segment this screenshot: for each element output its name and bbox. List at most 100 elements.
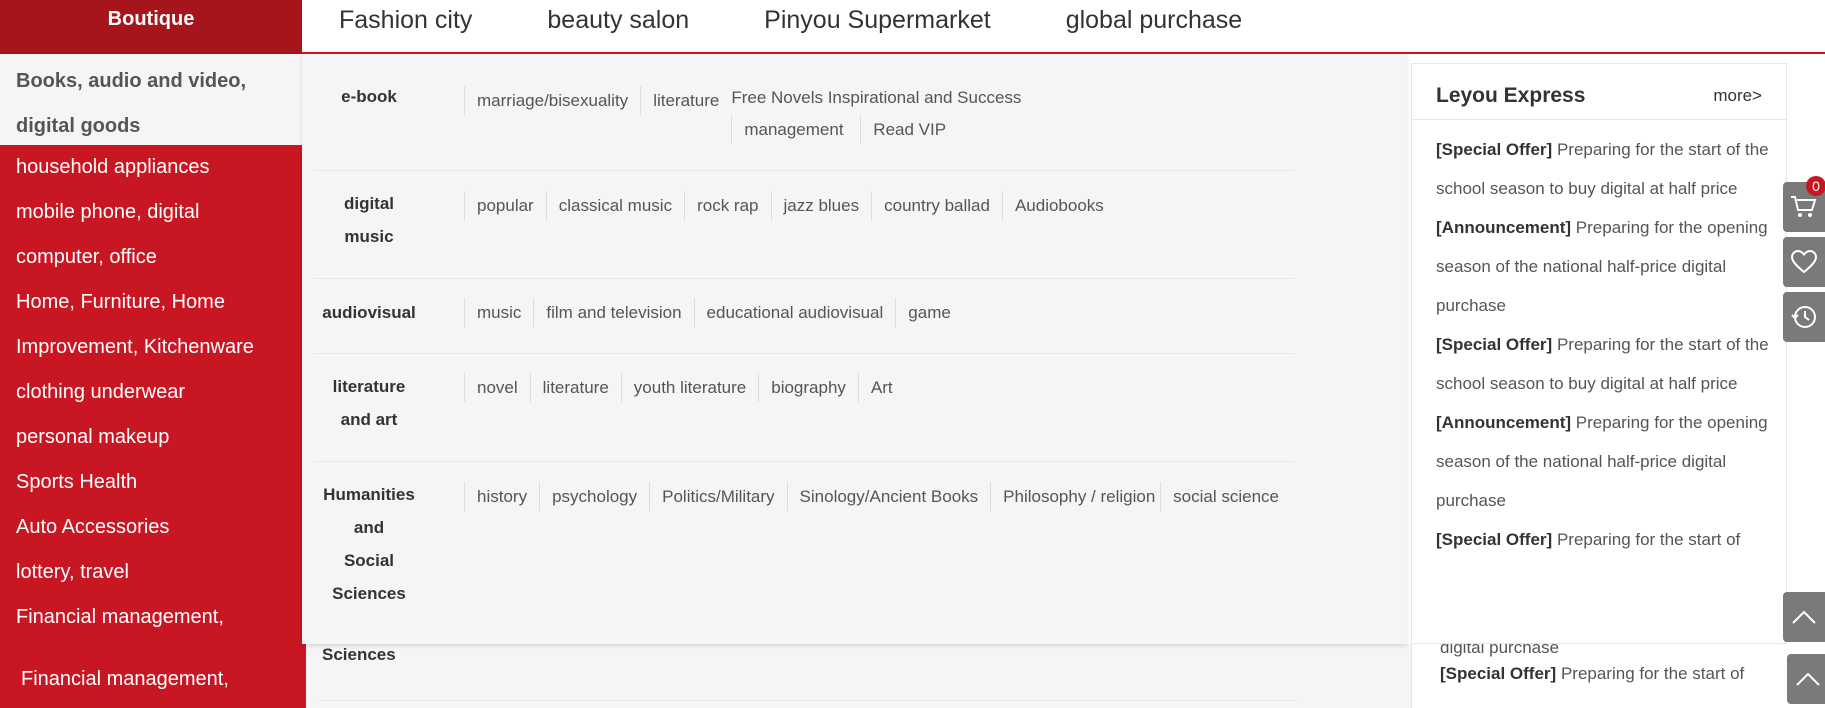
subcategory-link[interactable]: Art <box>857 373 905 402</box>
subcategory-link[interactable]: jazz blues <box>770 191 872 220</box>
news-item[interactable]: [Special Offer] Preparing for the start … <box>1436 520 1776 559</box>
news-more-link[interactable]: more> <box>1713 86 1762 106</box>
top-nav: Boutique Fashion city beauty salon Pinyo… <box>0 0 1825 54</box>
cart-icon <box>1790 194 1818 220</box>
nav-links: Fashion city beauty salon Pinyou Superma… <box>339 0 1317 40</box>
subcategory-link[interactable]: rock rap <box>684 191 770 220</box>
news-list: [Special Offer] Preparing for the start … <box>1436 130 1776 559</box>
category-item[interactable]: personal makeup <box>0 415 302 460</box>
category-item[interactable]: Home, Furniture, Home <box>0 280 302 325</box>
subcategory-link[interactable]: Philosophy / religion <box>990 482 1160 511</box>
news-item-text: Preparing for the start of <box>1556 530 1741 549</box>
row-label-line: literature <box>332 377 406 396</box>
subcategory-link[interactable]: educational audiovisual <box>693 298 896 327</box>
subcategory-link[interactable]: popular <box>464 191 546 220</box>
ghost-news-strip: digital purchase <box>1440 644 1560 657</box>
category-item[interactable]: Improvement, Kitchenware <box>0 325 302 370</box>
subcategory-link[interactable]: country ballad <box>871 191 1002 220</box>
news-item-tag: [Special Offer] <box>1436 530 1553 549</box>
nav-link-fashion-city[interactable]: Fashion city <box>339 0 472 40</box>
back-to-top-button-ghost[interactable] <box>1787 654 1825 704</box>
row-label[interactable]: audiovisual <box>314 296 424 329</box>
news-panel: Leyou Express more> [Special Offer] Prep… <box>1411 63 1787 644</box>
cart-count-badge: 0 <box>1806 176 1825 196</box>
row-label[interactable]: e-book <box>314 80 424 113</box>
subcategory-link[interactable]: music <box>464 298 533 327</box>
row-label-line: and art <box>340 410 398 429</box>
subcategory-link[interactable]: management <box>731 115 855 144</box>
subcategory-link[interactable]: novel <box>464 373 530 402</box>
news-item[interactable]: [Announcement] Preparing for the opening… <box>1436 208 1776 325</box>
nav-brand-tab[interactable]: Boutique <box>0 0 302 54</box>
category-item[interactable]: clothing underwear <box>0 370 302 415</box>
subcategory-link[interactable]: psychology <box>539 482 649 511</box>
subcategory-link[interactable]: marriage/bisexuality <box>464 86 640 115</box>
news-item[interactable]: [Announcement] Preparing for the opening… <box>1436 403 1776 520</box>
subcategory-row-digital-music: digital music popular classical music ro… <box>314 171 1294 279</box>
nav-link-pinyou-supermarket[interactable]: Pinyou Supermarket <box>764 0 991 40</box>
ghost-popup-label-text: Sciences <box>322 645 396 664</box>
ghost-sidebar-item[interactable]: Financial management, <box>21 668 229 691</box>
subcategory-link[interactable]: biography <box>758 373 858 402</box>
category-item[interactable]: lottery, travel <box>0 550 302 595</box>
stacked-links-row: management Read VIP <box>731 115 1021 144</box>
category-item[interactable]: household appliances <box>0 145 302 190</box>
history-icon <box>1790 303 1818 331</box>
ghost-news-text: Preparing for the start of <box>1560 664 1745 683</box>
cart-button[interactable]: 0 <box>1783 176 1825 232</box>
news-title: Leyou Express <box>1436 84 1586 107</box>
category-item[interactable]: computer, office <box>0 235 302 280</box>
row-label[interactable]: digital music <box>314 187 424 253</box>
back-to-top-button[interactable] <box>1783 592 1825 642</box>
news-header: Leyou Express more> <box>1412 64 1786 120</box>
category-item[interactable]: Sports Health <box>0 460 302 505</box>
row-label[interactable]: Humanities and Social Sciences <box>314 478 424 610</box>
row-label-line: Social <box>343 551 395 570</box>
ghost-news: digital purchase [Special Offer] Prepari… <box>1411 644 1781 708</box>
subcategory-link[interactable]: Audiobooks <box>1001 191 1122 220</box>
subcategory-link[interactable]: Sinology/Ancient Books <box>786 482 991 511</box>
row-items: music film and television educational au… <box>464 298 1294 327</box>
row-label[interactable]: literature and art <box>314 370 424 436</box>
row-label-line: Humanities <box>323 485 415 504</box>
subcategory-popup: e-book marriage/bisexuality literature F… <box>302 54 1407 644</box>
category-active-line2: digital goods <box>16 115 141 137</box>
page: Financial management, Sciences digital p… <box>0 0 1825 708</box>
subcategory-link[interactable]: Free Novels Inspirational and Success <box>731 83 1021 112</box>
subcategory-row-audiovisual: audiovisual music film and television ed… <box>314 279 1294 354</box>
news-item-tag: [Special Offer] <box>1436 335 1553 354</box>
subcategory-row-literature-art: literature and art novel literature yout… <box>314 354 1294 462</box>
subcategory-link[interactable]: youth literature <box>620 373 758 402</box>
subcategory-link[interactable]: social science <box>1160 482 1291 511</box>
category-item[interactable]: Auto Accessories <box>0 505 302 550</box>
subcategory-link[interactable]: Read VIP <box>860 115 958 144</box>
category-item-books-active[interactable]: Books, audio and video, digital goods <box>0 54 302 145</box>
stacked-links: Free Novels Inspirational and Success ma… <box>731 83 1021 144</box>
favorites-button[interactable] <box>1783 237 1825 287</box>
row-items: history psychology Politics/Military Sin… <box>464 482 1294 511</box>
news-item[interactable]: [Special Offer] Preparing for the start … <box>1436 325 1776 403</box>
heart-icon <box>1791 250 1817 274</box>
news-item-tag: [Special Offer] <box>1436 140 1553 159</box>
ghost-popup: Sciences <box>306 644 1411 708</box>
news-item[interactable]: [Special Offer] Preparing for the start … <box>1436 130 1776 208</box>
row-items: novel literature youth literature biogra… <box>464 373 1294 402</box>
subcategory-row-ebook: e-book marriage/bisexuality literature F… <box>314 84 1294 171</box>
nav-link-beauty-salon[interactable]: beauty salon <box>547 0 689 40</box>
category-sidebar: Books, audio and video, digital goods ho… <box>0 54 302 644</box>
history-button[interactable] <box>1783 292 1825 342</box>
news-item-tag: [Announcement] <box>1436 218 1572 237</box>
subcategory-link[interactable]: literature <box>640 86 731 115</box>
nav-link-global-purchase[interactable]: global purchase <box>1066 0 1243 40</box>
ghost-divider <box>318 700 1298 701</box>
subcategory-link[interactable]: history <box>464 482 539 511</box>
category-item[interactable]: mobile phone, digital <box>0 190 302 235</box>
subcategory-link[interactable]: literature <box>529 373 621 402</box>
ghost-news-item[interactable]: [Special Offer] Preparing for the start … <box>1440 664 1744 684</box>
category-item[interactable]: Financial management, <box>0 595 302 640</box>
subcategory-link[interactable]: game <box>895 298 963 327</box>
subcategory-link[interactable]: classical music <box>545 191 684 220</box>
subcategory-link[interactable]: film and television <box>533 298 693 327</box>
row-label-line: and <box>353 518 385 537</box>
subcategory-link[interactable]: Politics/Military <box>649 482 786 511</box>
